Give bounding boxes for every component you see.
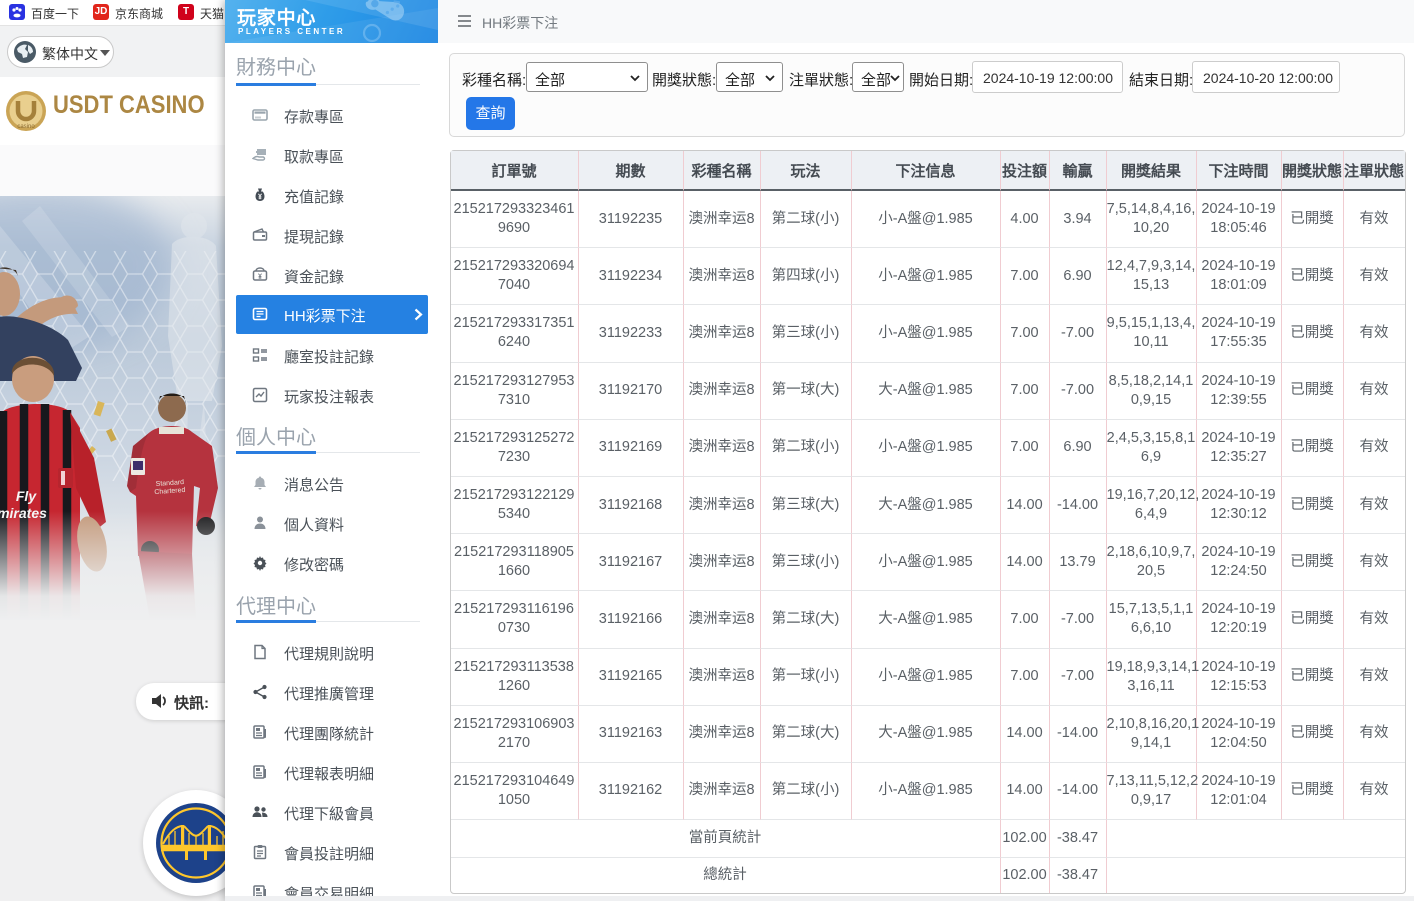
svg-text:Fly: Fly: [16, 488, 37, 504]
svg-text:casino: casino: [17, 124, 35, 130]
